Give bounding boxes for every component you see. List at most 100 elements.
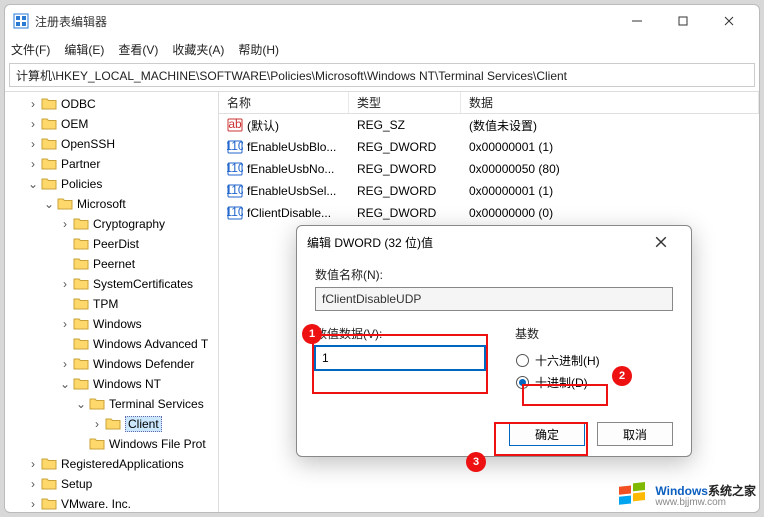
tree-item[interactable]: TPM bbox=[5, 294, 218, 314]
table-row[interactable]: 110fClientDisable...REG_DWORD0x00000000 … bbox=[219, 202, 759, 224]
close-button[interactable] bbox=[707, 7, 751, 35]
menu-help[interactable]: 帮助(H) bbox=[238, 41, 279, 58]
edit-dword-dialog: 编辑 DWORD (32 位)值 数值名称(N): 数值数据(V): 基数 十六… bbox=[296, 225, 692, 457]
expand-icon[interactable]: › bbox=[25, 116, 41, 132]
tree-item-label: Windows NT bbox=[93, 377, 161, 391]
expand-icon[interactable]: › bbox=[25, 456, 41, 472]
menu-view[interactable]: 查看(V) bbox=[118, 41, 158, 58]
value-name-field bbox=[315, 287, 673, 311]
tree-item-label: Windows Defender bbox=[93, 357, 194, 371]
expand-icon[interactable]: ⌄ bbox=[41, 196, 57, 212]
dialog-close-button[interactable] bbox=[641, 228, 681, 256]
expand-icon[interactable]: › bbox=[89, 416, 105, 432]
tree-item[interactable]: ⌄Terminal Services bbox=[5, 394, 218, 414]
expand-icon[interactable]: › bbox=[57, 316, 73, 332]
expand-icon[interactable]: › bbox=[25, 96, 41, 112]
expand-icon[interactable]: › bbox=[25, 156, 41, 172]
tree-item-label: SystemCertificates bbox=[93, 277, 193, 291]
tree-item[interactable]: ›Windows bbox=[5, 314, 218, 334]
expand-icon[interactable]: › bbox=[25, 476, 41, 492]
svg-text:110: 110 bbox=[227, 183, 243, 197]
tree-item[interactable]: ⌄Microsoft bbox=[5, 194, 218, 214]
tree-item[interactable]: › Cryptography bbox=[5, 214, 218, 234]
cell-data: 0x00000050 (80) bbox=[461, 162, 759, 176]
expand-icon[interactable] bbox=[57, 256, 73, 272]
window-controls bbox=[615, 7, 751, 35]
cell-type: REG_DWORD bbox=[349, 184, 461, 198]
expand-icon[interactable]: › bbox=[57, 276, 73, 292]
col-header-data[interactable]: 数据 bbox=[461, 92, 759, 113]
tree-item[interactable]: › ODBC bbox=[5, 94, 218, 114]
table-row[interactable]: ab(默认)REG_SZ(数值未设置) bbox=[219, 114, 759, 136]
base-label: 基数 bbox=[515, 325, 673, 342]
titlebar[interactable]: 注册表编辑器 bbox=[5, 5, 759, 37]
ok-button[interactable]: 确定 bbox=[509, 422, 585, 446]
tree-item[interactable]: ⌄Policies bbox=[5, 174, 218, 194]
tree-item-label: Windows File Prot bbox=[109, 437, 206, 451]
tree-item[interactable]: ›Partner bbox=[5, 154, 218, 174]
tree-item[interactable]: › Windows Defender bbox=[5, 354, 218, 374]
tree-item[interactable]: Windows File Prot bbox=[5, 434, 218, 454]
table-row[interactable]: 110fEnableUsbNo...REG_DWORD0x00000050 (8… bbox=[219, 158, 759, 180]
tree-item[interactable]: ›OEM bbox=[5, 114, 218, 134]
tree-item[interactable]: ⌄ Windows NT bbox=[5, 374, 218, 394]
tree-item[interactable]: › RegisteredApplications bbox=[5, 454, 218, 474]
radio-hex[interactable]: 十六进制(H) bbox=[516, 349, 672, 371]
base-radio-group: 十六进制(H) 十进制(D) bbox=[515, 346, 673, 394]
menu-edit[interactable]: 编辑(E) bbox=[64, 41, 104, 58]
list-header[interactable]: 名称 类型 数据 bbox=[219, 92, 759, 114]
tree-item[interactable]: Peernet bbox=[5, 254, 218, 274]
tree-item[interactable]: ›Setup bbox=[5, 474, 218, 494]
cell-name: (默认) bbox=[247, 117, 279, 134]
expand-icon[interactable] bbox=[57, 296, 73, 312]
watermark-brand: Windows系统之家 bbox=[655, 483, 756, 498]
tree-item[interactable]: › Client bbox=[5, 414, 218, 434]
col-header-type[interactable]: 类型 bbox=[349, 92, 461, 113]
menu-favorites[interactable]: 收藏夹(A) bbox=[172, 41, 224, 58]
tree-item-label: Cryptography bbox=[93, 217, 165, 231]
expand-icon[interactable] bbox=[57, 336, 73, 352]
address-bar[interactable]: 计算机\HKEY_LOCAL_MACHINE\SOFTWARE\Policies… bbox=[9, 63, 755, 87]
svg-text:110: 110 bbox=[227, 161, 243, 175]
expand-icon[interactable]: › bbox=[25, 496, 41, 512]
expand-icon[interactable]: ⌄ bbox=[57, 376, 73, 392]
table-row[interactable]: 110fEnableUsbSel...REG_DWORD0x00000001 (… bbox=[219, 180, 759, 202]
window-title: 注册表编辑器 bbox=[35, 13, 615, 30]
svg-text:110: 110 bbox=[227, 139, 243, 153]
tree-item[interactable]: ›OpenSSH bbox=[5, 134, 218, 154]
expand-icon[interactable]: › bbox=[57, 356, 73, 372]
tree-item-label: Windows Advanced T bbox=[93, 337, 208, 351]
tree-item[interactable]: Windows Advanced T bbox=[5, 334, 218, 354]
tree-item-label: Peernet bbox=[93, 257, 135, 271]
expand-icon[interactable]: ⌄ bbox=[73, 396, 89, 412]
col-header-name[interactable]: 名称 bbox=[219, 92, 349, 113]
expand-icon[interactable]: › bbox=[57, 216, 73, 232]
cancel-button[interactable]: 取消 bbox=[597, 422, 673, 446]
dialog-titlebar[interactable]: 编辑 DWORD (32 位)值 bbox=[297, 226, 691, 258]
tree-item[interactable]: PeerDist bbox=[5, 234, 218, 254]
expand-icon[interactable]: ⌄ bbox=[25, 176, 41, 192]
tree-item-label: Client bbox=[125, 416, 162, 432]
tree-item[interactable]: ›VMware. Inc. bbox=[5, 494, 218, 512]
radio-dec[interactable]: 十进制(D) bbox=[516, 371, 672, 393]
radio-hex-indicator bbox=[516, 354, 529, 367]
cell-type: REG_DWORD bbox=[349, 206, 461, 220]
radio-dec-label: 十进制(D) bbox=[535, 374, 588, 391]
value-data-field[interactable] bbox=[315, 346, 485, 370]
tree-item-label: ODBC bbox=[61, 97, 96, 111]
table-row[interactable]: 110fEnableUsbBlo...REG_DWORD0x00000001 (… bbox=[219, 136, 759, 158]
expand-icon[interactable] bbox=[73, 436, 89, 452]
cell-data: 0x00000001 (1) bbox=[461, 140, 759, 154]
tree-item-label: RegisteredApplications bbox=[61, 457, 184, 471]
value-name-label: 数值名称(N): bbox=[315, 266, 673, 283]
maximize-button[interactable] bbox=[661, 7, 705, 35]
minimize-button[interactable] bbox=[615, 7, 659, 35]
expand-icon[interactable] bbox=[57, 236, 73, 252]
cell-type: REG_SZ bbox=[349, 118, 461, 132]
watermark: Windows系统之家 www.bjjmw.com bbox=[613, 479, 760, 511]
tree-panel[interactable]: › ODBC ›OEM›OpenSSH›Partner⌄Policies⌄Micro… bbox=[5, 92, 219, 512]
menu-file[interactable]: 文件(F) bbox=[11, 41, 50, 58]
expand-icon[interactable]: › bbox=[25, 136, 41, 152]
tree-item[interactable]: › SystemCertificates bbox=[5, 274, 218, 294]
windows-logo-icon bbox=[617, 481, 649, 509]
